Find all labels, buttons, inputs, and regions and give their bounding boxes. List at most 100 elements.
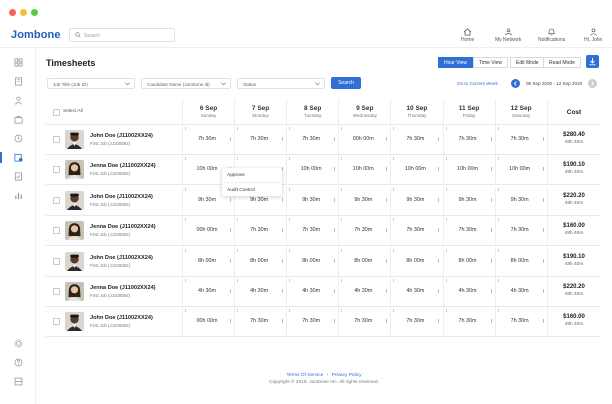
dashboard-icon[interactable]	[14, 58, 23, 67]
cell-menu-handle[interactable]	[438, 167, 440, 172]
nav-my-network[interactable]: My Network	[495, 28, 521, 43]
cell-menu-handle[interactable]	[282, 289, 284, 293]
hour-view-button[interactable]: Hour View	[438, 57, 473, 68]
cell-menu-handle[interactable]	[282, 258, 284, 263]
hours-cell[interactable]: 7h 30m	[494, 307, 547, 338]
nav-notifications[interactable]: Notifications	[538, 28, 565, 43]
cell-menu-handle[interactable]	[490, 258, 492, 263]
hours-cell[interactable]: 4h 30m	[286, 277, 338, 307]
hours-cell[interactable]: 7h 30m	[234, 216, 286, 247]
hours-cell[interactable]: 7h 30m	[442, 125, 495, 155]
job-title-select[interactable]: Job Title (Job ID)	[47, 78, 135, 89]
cell-menu-handle[interactable]	[386, 167, 388, 172]
nav-home[interactable]: Home	[461, 28, 474, 43]
employee-name[interactable]: John Doe (J11002XX24)	[90, 133, 153, 139]
minimize-window-button[interactable]	[20, 9, 27, 16]
employee-name[interactable]: Jenna Doe (J11002XX24)	[90, 285, 156, 291]
clock-icon[interactable]	[14, 134, 23, 143]
cell-menu-handle[interactable]	[542, 258, 544, 263]
employee-name[interactable]: Jenna Doe (J11002XX24)	[90, 224, 156, 230]
row-checkbox[interactable]	[53, 136, 60, 143]
cell-menu-handle[interactable]	[282, 167, 284, 172]
employee-name[interactable]: John Doe (J11002XX24)	[90, 315, 153, 321]
hours-cell[interactable]: 9h 30m	[442, 185, 495, 216]
hours-cell[interactable]: 8h 00m	[494, 246, 547, 277]
hours-cell[interactable]: 10h 00m	[338, 155, 390, 186]
cell-menu-handle[interactable]	[334, 137, 336, 141]
cell-menu-handle[interactable]	[230, 228, 231, 233]
hours-cell[interactable]: 4h 30m	[442, 277, 495, 307]
cell-menu-handle[interactable]	[230, 197, 231, 202]
hours-cell[interactable]: 8h 00m	[442, 246, 495, 277]
hours-cell[interactable]: 9h 30m	[286, 185, 338, 216]
hours-cell[interactable]: 7h 30m	[390, 307, 442, 338]
cell-menu-handle[interactable]	[386, 137, 388, 141]
time-view-button[interactable]: Time View	[472, 57, 509, 68]
hours-cell[interactable]: 8h 00m	[182, 246, 234, 277]
download-button[interactable]	[586, 55, 599, 68]
row-checkbox[interactable]	[53, 257, 60, 265]
user-icon[interactable]	[14, 96, 23, 105]
row-checkbox[interactable]	[53, 196, 60, 204]
cell-menu-handle[interactable]	[438, 319, 440, 324]
hours-cell[interactable]: 10h 00m	[494, 155, 547, 186]
cell-menu-handle[interactable]	[542, 289, 544, 293]
cell-menu-handle[interactable]	[230, 319, 231, 324]
cell-menu-handle[interactable]	[334, 258, 336, 263]
cell-menu-handle[interactable]	[490, 137, 492, 141]
cell-menu-handle[interactable]	[282, 137, 284, 141]
hours-cell[interactable]: 7h 30m	[338, 216, 390, 247]
audit-control-menu-item[interactable]: Audit Control	[227, 188, 255, 193]
employee-name[interactable]: John Doe (J11002XX24)	[90, 255, 153, 261]
hours-cell[interactable]: 7h 30m	[234, 125, 286, 155]
hours-cell[interactable]: 7h 30m	[494, 216, 547, 247]
cell-menu-handle[interactable]	[542, 228, 544, 233]
cell-menu-handle[interactable]	[334, 228, 336, 233]
search-box[interactable]	[69, 28, 175, 42]
terms-link[interactable]: Terms Of Service	[286, 373, 323, 378]
hours-cell[interactable]: 00h 00m	[182, 307, 234, 338]
hours-cell[interactable]: 9h 30m	[338, 185, 390, 216]
hours-cell[interactable]: 7h 30m	[286, 125, 338, 155]
search-input[interactable]	[84, 30, 172, 41]
chart-icon[interactable]	[14, 191, 23, 200]
hours-cell[interactable]: 7h 30m	[390, 125, 442, 155]
hours-cell[interactable]: 7h 30m	[442, 307, 495, 338]
status-select[interactable]: Status	[237, 78, 325, 89]
briefcase-icon[interactable]	[14, 115, 23, 124]
cell-menu-handle[interactable]	[230, 137, 231, 141]
hours-cell[interactable]: 00h 00m	[338, 125, 390, 155]
select-all-checkbox[interactable]	[53, 109, 60, 116]
cell-menu-handle[interactable]	[438, 197, 440, 202]
cell-menu-handle[interactable]	[282, 319, 284, 324]
hours-cell[interactable]: 7h 30m	[494, 125, 547, 155]
next-week-button[interactable]	[588, 79, 597, 88]
go-to-current-week-link[interactable]: Go to Current Week	[457, 81, 498, 86]
cell-menu-handle[interactable]	[230, 258, 231, 263]
cell-menu-handle[interactable]	[334, 319, 336, 324]
nav-profile[interactable]: Hi, John	[584, 28, 602, 43]
cell-menu-handle[interactable]	[438, 289, 440, 293]
employee-name[interactable]: Jenna Doe (J11002XX24)	[90, 163, 156, 169]
hours-cell[interactable]: 8h 00m	[234, 246, 286, 277]
building-icon[interactable]	[14, 77, 23, 86]
hours-cell[interactable]: 10h 00m	[390, 155, 442, 186]
hours-cell[interactable]: 4h 30m	[494, 277, 547, 307]
cell-menu-handle[interactable]	[334, 289, 336, 293]
hours-cell[interactable]: 4h 30m	[234, 277, 286, 307]
approve-menu-item[interactable]: Approve	[227, 173, 245, 178]
row-checkbox[interactable]	[53, 288, 60, 295]
timesheet-icon[interactable]	[14, 153, 23, 162]
privacy-link[interactable]: Privacy Policy	[332, 373, 362, 378]
hours-cell[interactable]: 7h 30m	[286, 307, 338, 338]
cell-menu-handle[interactable]	[438, 228, 440, 233]
hours-cell[interactable]: 4h 30m	[182, 277, 234, 307]
cell-menu-handle[interactable]	[490, 319, 492, 324]
cell-menu-handle[interactable]	[282, 228, 284, 233]
help-icon[interactable]	[14, 358, 23, 367]
cell-menu-handle[interactable]	[386, 289, 388, 293]
edit-mode-button[interactable]: Edit Mode	[510, 57, 545, 68]
cell-menu-handle[interactable]	[386, 228, 388, 233]
hours-cell[interactable]: 7h 30m	[338, 307, 390, 338]
hours-cell[interactable]: 4h 30m	[338, 277, 390, 307]
